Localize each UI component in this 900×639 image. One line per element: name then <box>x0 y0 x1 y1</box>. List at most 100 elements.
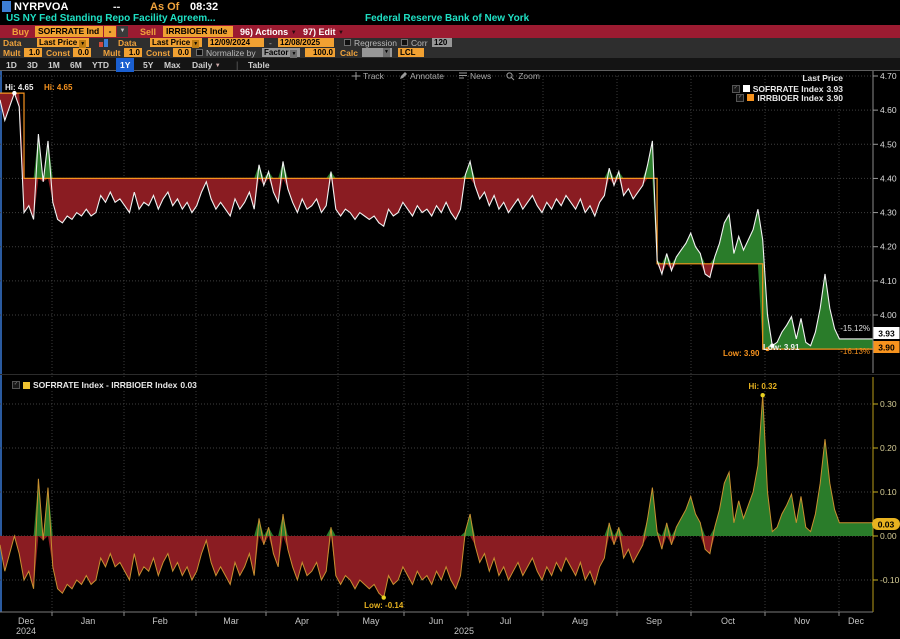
const1-input[interactable]: 0.0 <box>73 48 91 57</box>
actions-menu[interactable]: 96) Actions ▼ <box>240 27 297 37</box>
data1-select[interactable]: Last Price▼ <box>37 38 89 47</box>
factor-value-input[interactable]: 100.0 <box>305 48 335 57</box>
corr-checkbox[interactable] <box>401 39 408 46</box>
date-to-field[interactable]: 12/08/2025 <box>278 38 334 47</box>
svg-text:3.90: 3.90 <box>878 343 895 353</box>
ticker-symbol: NYRPVOA <box>14 1 68 13</box>
tab-max[interactable]: Max <box>164 60 181 70</box>
trade-bar: Buy SOFRRATE Ind - ▼ Sell IRRBIOER Inde … <box>0 25 900 38</box>
spread-series-value: 0.03 <box>180 380 197 390</box>
date-separator: - <box>269 38 272 48</box>
table-button[interactable]: Table <box>248 60 270 70</box>
chevron-down-icon: ▼ <box>383 48 390 57</box>
news-button[interactable]: News <box>459 71 491 81</box>
chevron-down-icon: ▼ <box>215 63 221 69</box>
regression-checkbox[interactable] <box>344 39 351 46</box>
date-from-field[interactable]: 12/09/2024 <box>208 38 264 47</box>
normalize-checkbox[interactable] <box>196 49 203 56</box>
magnifier-icon <box>506 72 515 81</box>
edit-menu[interactable]: 97) Edit ▼ <box>303 27 344 37</box>
svg-text:4.70: 4.70 <box>880 71 897 81</box>
security-source: Federal Reserve Bank of New York <box>365 13 529 24</box>
series-swatch <box>23 382 30 389</box>
buy-security-input[interactable]: SOFRRATE Ind <box>35 26 103 37</box>
corr-window-input[interactable]: 120 <box>432 38 452 47</box>
svg-text:Hi: 0.32: Hi: 0.32 <box>748 382 777 391</box>
svg-text:Apr: Apr <box>295 616 309 626</box>
minus-button[interactable]: - <box>104 26 116 37</box>
svg-text:Sep: Sep <box>646 616 662 626</box>
const2-input[interactable]: 0.0 <box>173 48 191 57</box>
svg-text:4.20: 4.20 <box>880 242 897 252</box>
legend-title: Last Price <box>732 73 843 83</box>
checkbox-icon[interactable]: ✓ <box>736 94 744 102</box>
calc-label: Calc <box>340 48 358 58</box>
svg-text:Nov: Nov <box>794 616 811 626</box>
svg-text:4.00: 4.00 <box>880 310 897 320</box>
settings-row-1: Data Last Price▼ Data Last Price▼ 12/09/… <box>0 38 900 48</box>
tab-3d[interactable]: 3D <box>27 60 38 70</box>
series-name: IRRBIOER Index <box>757 93 823 103</box>
buy-dropdown[interactable]: ▼ <box>117 26 128 37</box>
track-button[interactable]: Track <box>352 71 384 81</box>
security-name: US NY Fed Standing Repo Facility Agreem.… <box>6 13 215 24</box>
factor-select[interactable]: Factor▼ <box>262 48 300 57</box>
checkbox-icon[interactable]: ✓ <box>732 85 740 93</box>
data1-label: Data <box>3 38 21 48</box>
chart-toolbar: Track Annotate News Zoom <box>352 71 540 81</box>
legend-item-irrbioer[interactable]: ✓ IRRBIOER Index 3.90 <box>732 93 843 102</box>
spread-panel-legend[interactable]: ✓ SOFRRATE Index - IRRBIOER Index 0.03 <box>8 379 201 391</box>
svg-text:Jul: Jul <box>500 616 512 626</box>
zoom-button[interactable]: Zoom <box>506 71 540 81</box>
corr-label: Corr <box>411 38 428 48</box>
mult1-label: Mult <box>3 48 20 58</box>
crosshair-icon <box>352 72 360 80</box>
tab-ytd[interactable]: YTD <box>92 60 109 70</box>
svg-text:0.00: 0.00 <box>880 531 897 541</box>
as-of-label: As Of <box>150 1 179 13</box>
svg-text:0.10: 0.10 <box>880 487 897 497</box>
tab-1d[interactable]: 1D <box>6 60 17 70</box>
tab-1m[interactable]: 1M <box>48 60 60 70</box>
frequency-select[interactable]: Daily ▼ <box>192 60 221 70</box>
period-tab-bar: 1D 3D 1M 6M YTD 1Y 5Y Max Daily ▼ | Tabl… <box>0 58 900 71</box>
normalize-label: Normalize by <box>206 48 256 58</box>
tab-5y[interactable]: 5Y <box>143 60 153 70</box>
buy-label: Buy <box>12 27 29 37</box>
svg-text:2025: 2025 <box>454 626 474 636</box>
data2-select[interactable]: Last Price▼ <box>150 38 202 47</box>
annotate-button[interactable]: Annotate <box>399 71 444 81</box>
scatter-icon[interactable] <box>99 39 109 47</box>
tab-6m[interactable]: 6M <box>70 60 82 70</box>
news-icon <box>459 72 467 80</box>
series-swatch <box>743 85 750 92</box>
svg-text:-0.10: -0.10 <box>880 575 900 585</box>
svg-text:Jan: Jan <box>81 616 96 626</box>
svg-text:Hi: 4.65: Hi: 4.65 <box>5 83 34 92</box>
lcl-select[interactable]: LCL▼ <box>398 48 424 57</box>
chevron-down-icon: ▼ <box>291 30 297 36</box>
svg-text:Aug: Aug <box>572 616 588 626</box>
as-of-time: 08:32 <box>190 1 218 13</box>
mult2-input[interactable]: 1.0 <box>124 48 142 57</box>
mult1-input[interactable]: 1.0 <box>24 48 42 57</box>
svg-text:Feb: Feb <box>152 616 168 626</box>
separator: | <box>236 60 238 70</box>
mult2-label: Mult <box>103 48 120 58</box>
checkbox-icon[interactable]: ✓ <box>12 381 20 389</box>
price-panel-legend: Last Price ✓ SOFRRATE Index 3.93 ✓ IRRBI… <box>732 73 843 102</box>
tab-1y-selected[interactable]: 1Y <box>116 58 134 72</box>
settings-row-2: Mult 1.0 Const 0.0 Mult 1.0 Const 0.0 No… <box>0 48 900 58</box>
svg-text:-16.13%: -16.13% <box>840 347 870 356</box>
svg-text:4.40: 4.40 <box>880 173 897 183</box>
svg-text:4.60: 4.60 <box>880 105 897 115</box>
calc-select[interactable]: ▼ <box>362 48 392 57</box>
svg-text:-15.12%: -15.12% <box>840 324 870 333</box>
title-bar: NYRPVOA -- As Of 08:32 <box>0 0 900 14</box>
const1-label: Const <box>46 48 70 58</box>
svg-text:Oct: Oct <box>721 616 736 626</box>
svg-text:2024: 2024 <box>16 626 36 636</box>
sell-security-input[interactable]: IRRBIOER Inde <box>163 26 233 37</box>
svg-text:Dec: Dec <box>848 616 865 626</box>
svg-text:Dec: Dec <box>18 616 35 626</box>
